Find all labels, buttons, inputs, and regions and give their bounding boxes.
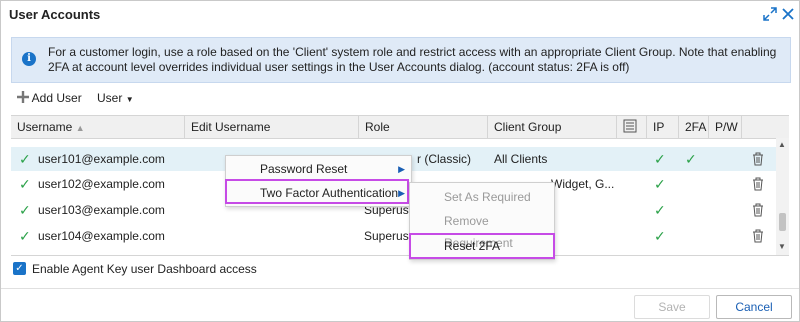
title-bar: User Accounts (1, 1, 799, 29)
scroll-up-icon[interactable]: ▲ (778, 140, 786, 149)
column-pw[interactable]: P/W (708, 116, 741, 138)
cancel-button[interactable]: Cancel (716, 295, 792, 319)
ip-check-icon: ✓ (654, 228, 666, 244)
info-text: For a customer login, use a role based o… (48, 45, 777, 74)
info-banner: i For a customer login, use a role based… (11, 37, 791, 83)
client-group-cell: All Clients (494, 152, 548, 166)
column-chooser[interactable] (616, 116, 646, 138)
chevron-down-icon: ▼ (125, 95, 134, 104)
agent-key-label: Enable Agent Key user Dashboard access (32, 262, 257, 276)
info-icon: i (22, 52, 36, 66)
username-cell: user102@example.com (38, 177, 165, 191)
column-pw-label: P/W (715, 120, 738, 134)
column-edit-username[interactable]: Edit Username (184, 116, 358, 138)
column-2fa[interactable]: 2FA (678, 116, 708, 138)
expand-icon[interactable] (762, 6, 778, 22)
column-2fa-label: 2FA (685, 120, 707, 134)
trash-icon[interactable] (752, 177, 764, 191)
scroll-thumb[interactable] (779, 213, 786, 231)
dialog-footer: Save Cancel (1, 288, 799, 322)
active-check-icon: ✓ (19, 202, 31, 218)
column-client-group-label: Client Group (494, 120, 562, 134)
plus-icon (17, 91, 29, 103)
submenu-arrow-icon: ▶ (398, 164, 405, 174)
close-icon[interactable] (780, 6, 796, 22)
trash-icon[interactable] (752, 203, 764, 217)
grid-header: Username ▲ Edit Username Role Client Gro… (11, 115, 789, 139)
column-role[interactable]: Role (358, 116, 487, 138)
column-username-label: Username (17, 120, 73, 134)
trash-icon[interactable] (752, 152, 764, 166)
menu-item-password-reset-label: Password Reset (260, 162, 348, 176)
username-cell: user103@example.com (38, 203, 165, 217)
two-factor-highlight (225, 179, 409, 204)
reset-2fa-highlight (409, 233, 555, 259)
dialog-title: User Accounts (9, 7, 101, 22)
vertical-scrollbar[interactable]: ▲ ▼ (776, 138, 789, 255)
add-user-button[interactable]: Add User (17, 91, 82, 105)
ip-check-icon: ✓ (654, 151, 666, 167)
menu-item-set-as-required[interactable]: Set As Required (410, 186, 554, 208)
table-row[interactable]: ✓ user104@example.com Superuse ✓ (11, 224, 776, 248)
agent-key-checkbox[interactable]: ✓ (13, 262, 26, 275)
role-cell: Superuse (364, 229, 416, 243)
username-cell: user101@example.com (38, 152, 165, 166)
ip-check-icon: ✓ (654, 176, 666, 192)
column-role-label: Role (365, 120, 390, 134)
role-cell: r (Classic) (417, 152, 471, 166)
sort-ascending-icon: ▲ (75, 123, 85, 133)
column-edit-username-label: Edit Username (191, 120, 271, 134)
trash-icon[interactable] (752, 229, 764, 243)
active-check-icon: ✓ (19, 176, 31, 192)
add-user-label: Add User (31, 91, 82, 105)
active-check-icon: ✓ (19, 228, 31, 244)
column-actions (741, 116, 789, 138)
ip-check-icon: ✓ (654, 202, 666, 218)
scroll-down-icon[interactable]: ▼ (778, 242, 786, 251)
user-menu-label: User (97, 91, 123, 105)
menu-item-set-as-required-label: Set As Required (444, 190, 531, 204)
column-ip[interactable]: IP (646, 116, 678, 138)
menu-item-remove-requirement[interactable]: Remove Requirement (410, 210, 554, 250)
column-username[interactable]: Username ▲ (11, 116, 184, 138)
column-ip-label: IP (653, 120, 665, 134)
username-cell: user104@example.com (38, 229, 165, 243)
active-check-icon: ✓ (19, 151, 31, 167)
menu-item-password-reset[interactable]: Password Reset ▶ (226, 158, 411, 180)
user-menu-button[interactable]: User ▼ (97, 91, 134, 105)
save-button[interactable]: Save (634, 295, 710, 319)
column-client-group[interactable]: Client Group (487, 116, 616, 138)
toolbar: Add User User ▼ (11, 88, 789, 112)
2fa-check-icon: ✓ (685, 151, 697, 167)
client-group-cell: Widget, G... (551, 177, 615, 191)
column-chooser-icon (623, 119, 637, 133)
